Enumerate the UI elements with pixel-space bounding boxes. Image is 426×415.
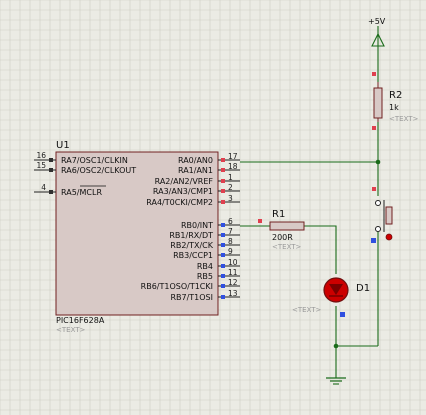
r2-ref-label: R2 [389,90,402,101]
u1-pin-name: RB1/RX/DT [169,231,213,240]
d1-led-component[interactable]: D1 <TEXT> [292,277,370,317]
u1-pin-number: 6 [228,217,233,226]
switch-contact [375,200,381,206]
r2-text-placeholder: <TEXT> [389,115,419,123]
pin-marker [372,72,376,76]
u1-pin-name: RB3/CCP1 [173,251,213,260]
pin-marker [221,189,225,193]
pin-marker [221,295,225,299]
u1-component[interactable]: U1 16RA7/OSC1/CLKIN15RA6/OSC2/CLKOUT4RA5… [34,140,240,334]
u1-pin-name: RA0/AN0 [178,156,213,165]
pin-marker [221,274,225,278]
wires [240,46,379,378]
u1-pin-number: 10 [228,258,238,267]
u1-pin-number: 15 [36,161,46,170]
pin-marker [221,243,225,247]
pin-marker [372,187,376,191]
u1-pin-number: 4 [41,183,46,192]
u1-pin-number: 8 [228,237,233,246]
pin-marker [221,200,225,204]
pushbutton-component[interactable] [371,187,393,243]
r1-ref-label: R1 [272,209,285,220]
power-label: +5V [368,17,386,26]
r2-component[interactable]: R2 1k <TEXT> [372,72,419,130]
r2-body[interactable] [373,87,383,119]
u1-pin-number: 13 [228,289,238,298]
u1-pin-number: 9 [228,247,233,256]
pin-marker [221,253,225,257]
u1-pin-number: 17 [228,152,238,161]
r1-text-placeholder: <TEXT> [272,243,302,251]
r1-body[interactable] [269,221,305,231]
u1-pin-name: RA4/T0CKI/CMP2 [146,198,213,207]
pin-marker [221,223,225,227]
u1-pin-number: 7 [228,227,233,236]
u1-pin-number: 11 [228,268,238,277]
switch-state-indicator[interactable] [385,233,393,241]
u1-pin-name: RB6/T1OSO/T1CKI [141,282,213,291]
u1-pin-name: RA7/OSC1/CLKIN [61,156,128,165]
power-terminal[interactable]: +5V [368,17,386,47]
d1-text-placeholder: <TEXT> [292,306,322,314]
schematic-canvas[interactable]: U1 16RA7/OSC1/CLKIN15RA6/OSC2/CLKOUT4RA5… [0,0,426,415]
pin-marker [221,179,225,183]
u1-pin-name: RA2/AN2/VREF [155,177,214,186]
pin-marker [221,158,225,162]
u1-pin-name: RA6/OSC2/CLKOUT [61,166,136,175]
u1-pin-name: RA3/AN3/CMP1 [153,187,213,196]
u1-pin-name: RA5/MCLR [61,188,102,197]
u1-pin-name: RB7/T1OSI [170,293,213,302]
ground-terminal[interactable] [326,377,346,385]
u1-pin-number: 2 [228,183,233,192]
pin-marker [49,168,53,172]
pin-marker [221,264,225,268]
u1-pin-number: 12 [228,278,238,287]
u1-pin-name: RB0/INT [181,221,213,230]
pin-marker [372,126,376,130]
u1-pin-name: RB5 [197,272,213,281]
u1-pin-name: RB2/TX/CK [170,241,213,250]
u1-pin-name: RB4 [197,262,213,271]
u1-pin-name: RA1/AN1 [178,166,213,175]
u1-pin-number: 1 [228,173,233,182]
pin-marker [49,190,53,194]
pin-marker [221,284,225,288]
r1-value-label: 200R [272,233,293,242]
u1-pin-number: 18 [228,162,238,171]
switch-button[interactable] [385,206,393,225]
junction-dot [333,343,339,349]
pin-marker [49,158,53,162]
d1-ref-label: D1 [356,283,370,294]
switch-contact [375,226,381,232]
pin-marker [221,168,225,172]
u1-pin-number: 16 [36,151,46,160]
junction-dot [375,159,381,165]
pin-marker [258,219,262,223]
u1-pin-number: 3 [228,194,233,203]
pin-marker [371,238,376,243]
u1-text-placeholder: <TEXT> [56,326,86,334]
pin-marker [221,233,225,237]
pin-marker [340,312,345,317]
r2-value-label: 1k [389,103,399,112]
u1-part-label: PIC16F628A [56,316,105,325]
u1-ref-label: U1 [56,140,70,151]
